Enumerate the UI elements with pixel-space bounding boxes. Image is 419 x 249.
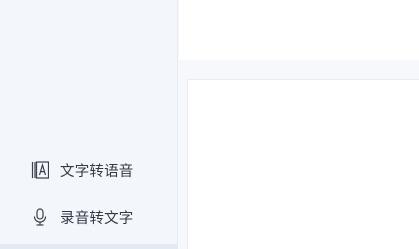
sidebar-item-speech-to-text[interactable]: 录音转文字 — [31, 207, 134, 227]
top-header — [179, 0, 419, 60]
sidebar-selected-indicator — [0, 244, 178, 249]
sidebar-item-label: 文字转语音 — [60, 163, 134, 180]
microphone-icon — [31, 208, 49, 226]
sidebar: 文字转语音 录音转文字 — [0, 0, 178, 249]
content-gap — [179, 60, 419, 79]
sidebar-item-label: 录音转文字 — [60, 210, 134, 227]
sidebar-item-text-to-speech[interactable]: 文字转语音 — [31, 160, 134, 180]
content-panel — [187, 79, 419, 249]
text-to-speech-icon — [31, 161, 49, 179]
